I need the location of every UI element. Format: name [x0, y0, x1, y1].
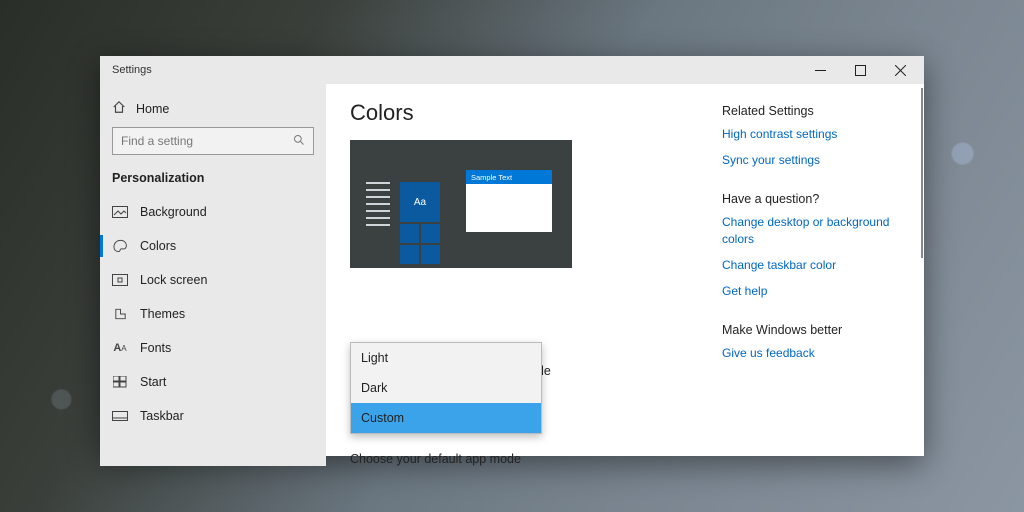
sidebar-item-label: Taskbar	[140, 409, 184, 423]
dropdown-option-light[interactable]: Light	[351, 343, 541, 373]
make-windows-better-heading: Make Windows better	[722, 323, 908, 337]
color-mode-dropdown[interactable]: Light Dark Custom	[350, 342, 542, 434]
picture-icon	[112, 205, 128, 219]
taskbar-icon	[112, 409, 128, 423]
start-icon	[112, 375, 128, 389]
sidebar-item-colors[interactable]: Colors	[100, 229, 326, 263]
page-title: Colors	[350, 100, 690, 126]
palette-icon	[112, 239, 128, 253]
link-get-help[interactable]: Get help	[722, 283, 908, 299]
home-icon	[112, 100, 126, 117]
sidebar-item-label: Background	[140, 205, 207, 219]
sidebar-item-themes[interactable]: Themes	[100, 297, 326, 331]
sidebar-item-taskbar[interactable]: Taskbar	[100, 399, 326, 433]
scrollbar[interactable]	[921, 88, 923, 258]
lock-screen-icon	[112, 273, 128, 287]
related-settings-heading: Related Settings	[722, 104, 908, 118]
sidebar-item-lock-screen[interactable]: Lock screen	[100, 263, 326, 297]
search-icon	[293, 134, 305, 149]
themes-icon	[112, 307, 128, 321]
link-change-desktop-colors[interactable]: Change desktop or background colors	[722, 214, 908, 246]
close-button[interactable]	[880, 56, 920, 84]
preview-tile-aa: Aa	[400, 182, 440, 222]
color-preview: Aa Sample Text	[350, 140, 572, 268]
have-question-heading: Have a question?	[722, 192, 908, 206]
sidebar-item-label: Fonts	[140, 341, 171, 355]
main-content: Colors Aa Sample Text	[326, 84, 714, 466]
sidebar-item-fonts[interactable]: AA Fonts	[100, 331, 326, 365]
section-heading: Personalization	[100, 167, 326, 195]
maximize-button[interactable]	[840, 56, 880, 84]
search-placeholder: Find a setting	[121, 134, 193, 148]
fonts-icon: AA	[112, 341, 128, 355]
home-label: Home	[136, 102, 169, 116]
sidebar-item-background[interactable]: Background	[100, 195, 326, 229]
titlebar: Settings	[100, 56, 924, 84]
dropdown-option-dark[interactable]: Dark	[351, 373, 541, 403]
search-input[interactable]: Find a setting	[112, 127, 314, 155]
dropdown-option-custom[interactable]: Custom	[351, 403, 541, 433]
sidebar-item-label: Lock screen	[140, 273, 207, 287]
minimize-button[interactable]	[800, 56, 840, 84]
preview-window: Sample Text	[466, 170, 552, 232]
home-button[interactable]: Home	[100, 94, 326, 127]
link-high-contrast[interactable]: High contrast settings	[722, 126, 908, 142]
desktop-wallpaper: Settings Home	[0, 0, 1024, 512]
link-give-feedback[interactable]: Give us feedback	[722, 345, 908, 361]
sidebar-item-label: Colors	[140, 239, 176, 253]
settings-window: Settings Home	[100, 56, 924, 456]
preview-sample-text: Sample Text	[466, 170, 552, 184]
window-title: Settings	[112, 64, 152, 76]
link-sync-settings[interactable]: Sync your settings	[722, 152, 908, 168]
right-pane: Related Settings High contrast settings …	[714, 84, 924, 466]
sidebar: Home Find a setting Personalization Back…	[100, 84, 326, 466]
sidebar-item-start[interactable]: Start	[100, 365, 326, 399]
sidebar-item-label: Start	[140, 375, 166, 389]
link-change-taskbar-color[interactable]: Change taskbar color	[722, 257, 908, 273]
sidebar-item-label: Themes	[140, 307, 185, 321]
app-mode-label: Choose your default app mode	[350, 452, 690, 466]
